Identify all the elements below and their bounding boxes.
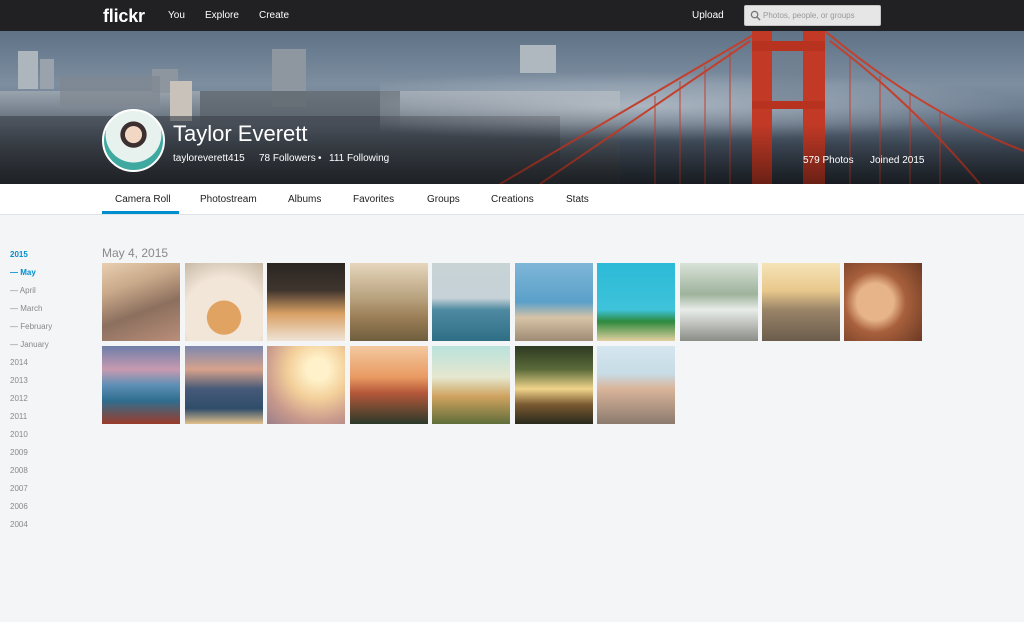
photo-tile[interactable] xyxy=(102,263,180,341)
tab-favorites[interactable]: Favorites xyxy=(353,194,394,205)
tab-camera-roll[interactable]: Camera Roll xyxy=(115,194,171,205)
joined-date: Joined 2015 xyxy=(870,155,925,166)
timeline-year-2014[interactable]: 2014 xyxy=(10,358,28,367)
profile-username: tayloreverett415 xyxy=(173,153,245,164)
timeline-month-label: May xyxy=(20,268,36,277)
tab-albums[interactable]: Albums xyxy=(288,194,321,205)
timeline-month-january[interactable]: — January xyxy=(10,340,49,349)
photo-tile[interactable] xyxy=(515,346,593,424)
photo-tile[interactable] xyxy=(597,346,675,424)
following-link[interactable]: 111 Following xyxy=(329,153,389,164)
dash-marker: — xyxy=(10,322,21,331)
photo-tile[interactable] xyxy=(844,263,922,341)
timeline-year-2008[interactable]: 2008 xyxy=(10,466,28,475)
photo-tile[interactable] xyxy=(432,263,510,341)
dash-marker: — xyxy=(10,268,21,277)
timeline-year-2009[interactable]: 2009 xyxy=(10,448,28,457)
timeline-month-label: April xyxy=(19,286,36,295)
timeline-year-2015[interactable]: 2015 xyxy=(10,250,28,259)
avatar[interactable] xyxy=(102,109,165,172)
timeline-year-2010[interactable]: 2010 xyxy=(10,430,28,439)
timeline-month-may[interactable]: — May xyxy=(10,268,36,277)
active-tab-indicator xyxy=(102,211,179,214)
timeline-year-2006[interactable]: 2006 xyxy=(10,502,28,511)
separator-bullet: • xyxy=(318,153,322,164)
timeline-year-2011[interactable]: 2011 xyxy=(10,412,27,421)
timeline-year-2004[interactable]: 2004 xyxy=(10,520,28,529)
timeline-month-label: February xyxy=(20,322,53,331)
upload-link[interactable]: Upload xyxy=(692,10,724,21)
nav-you[interactable]: You xyxy=(168,10,185,21)
timeline-month-february[interactable]: — February xyxy=(10,322,52,331)
timeline-month-label: March xyxy=(20,304,43,313)
date-heading: May 4, 2015 xyxy=(102,246,169,260)
followers-link[interactable]: 78 Followers xyxy=(259,153,316,164)
photo-tile[interactable] xyxy=(267,346,345,424)
photo-tile[interactable] xyxy=(185,346,263,424)
search-input[interactable] xyxy=(763,8,878,23)
dash-marker: — xyxy=(10,304,21,313)
timeline-year-2007[interactable]: 2007 xyxy=(10,484,28,493)
photos-count: 579 Photos xyxy=(803,155,854,166)
tab-creations[interactable]: Creations xyxy=(491,194,534,205)
tab-groups[interactable]: Groups xyxy=(427,194,460,205)
timeline-year-2013[interactable]: 2013 xyxy=(10,376,28,385)
photo-tile[interactable] xyxy=(762,263,840,341)
timeline-year-2012[interactable]: 2012 xyxy=(10,394,28,403)
nav-explore[interactable]: Explore xyxy=(205,10,239,21)
timeline-month-march[interactable]: — March xyxy=(10,304,42,313)
photo-tile[interactable] xyxy=(102,346,180,424)
photo-tile[interactable] xyxy=(350,346,428,424)
photo-tile[interactable] xyxy=(432,346,510,424)
photo-tile[interactable] xyxy=(597,263,675,341)
photo-tile[interactable] xyxy=(185,263,263,341)
search-icon xyxy=(750,10,761,21)
flickr-logo[interactable]: flickr xyxy=(103,6,145,27)
top-navigation-bar: flickr You Explore Create Upload xyxy=(0,0,1024,31)
tab-stats[interactable]: Stats xyxy=(566,194,589,205)
photo-tile[interactable] xyxy=(680,263,758,341)
dash-marker: — xyxy=(10,286,20,295)
photo-tile[interactable] xyxy=(515,263,593,341)
photo-tile[interactable] xyxy=(267,263,345,341)
tab-photostream[interactable]: Photostream xyxy=(200,194,257,205)
timeline-month-april[interactable]: — April xyxy=(10,286,36,295)
search-box[interactable] xyxy=(744,5,881,26)
dash-marker: — xyxy=(10,340,21,349)
photo-tile[interactable] xyxy=(350,263,428,341)
profile-name: Taylor Everett xyxy=(173,121,308,146)
timeline-month-label: January xyxy=(20,340,49,349)
nav-create[interactable]: Create xyxy=(259,10,289,21)
